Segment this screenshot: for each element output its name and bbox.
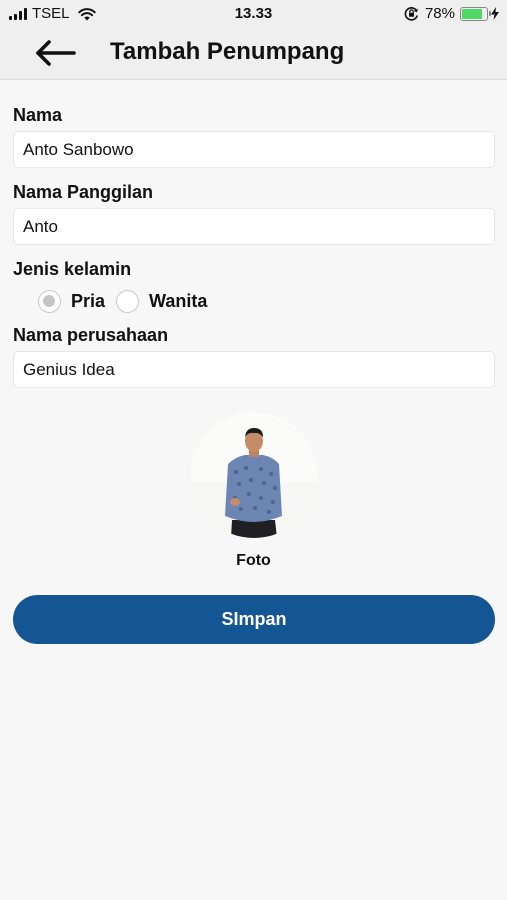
company-field[interactable]: Genius Idea — [13, 351, 495, 388]
status-right: 78% — [404, 5, 499, 22]
rotation-lock-icon — [404, 7, 418, 21]
nickname-label: Nama Panggilan — [13, 182, 154, 202]
name-field[interactable]: Anto Sanbowo — [13, 131, 495, 168]
gender-label: Jenis kelamin — [13, 259, 132, 279]
battery-fill — [462, 8, 483, 19]
header: Tambah Penumpang — [0, 28, 507, 80]
arrow-left-icon — [36, 40, 76, 66]
name-label: Nama — [13, 105, 63, 125]
battery-icon — [460, 6, 491, 21]
gender-option-pria[interactable]: Pria — [38, 289, 106, 313]
screen: TSEL 13.33 78% Tambah Penumpang Nama Ant… — [0, 0, 507, 900]
photo-caption: Foto — [236, 552, 271, 569]
person-photo-image — [191, 412, 317, 538]
nickname-field[interactable]: Anto — [13, 208, 495, 245]
back-button[interactable] — [32, 38, 80, 68]
gender-radio-group: Pria Wanita — [38, 288, 207, 314]
charging-bolt-icon — [491, 7, 499, 20]
save-button[interactable]: SImpan — [13, 595, 495, 644]
radio-unchecked-icon[interactable] — [116, 289, 140, 313]
status-bar: TSEL 13.33 78% — [0, 0, 507, 28]
battery-percent: 78% — [424, 5, 455, 22]
company-label: Nama perusahaan — [13, 325, 169, 345]
profile-photo[interactable] — [191, 412, 317, 538]
gender-option-label: Pria — [71, 290, 106, 311]
radio-checked-icon[interactable] — [38, 289, 61, 313]
gender-option-wanita[interactable]: Wanita — [116, 289, 208, 313]
page-title: Tambah Penumpang — [110, 38, 345, 65]
gender-option-label: Wanita — [149, 290, 208, 311]
